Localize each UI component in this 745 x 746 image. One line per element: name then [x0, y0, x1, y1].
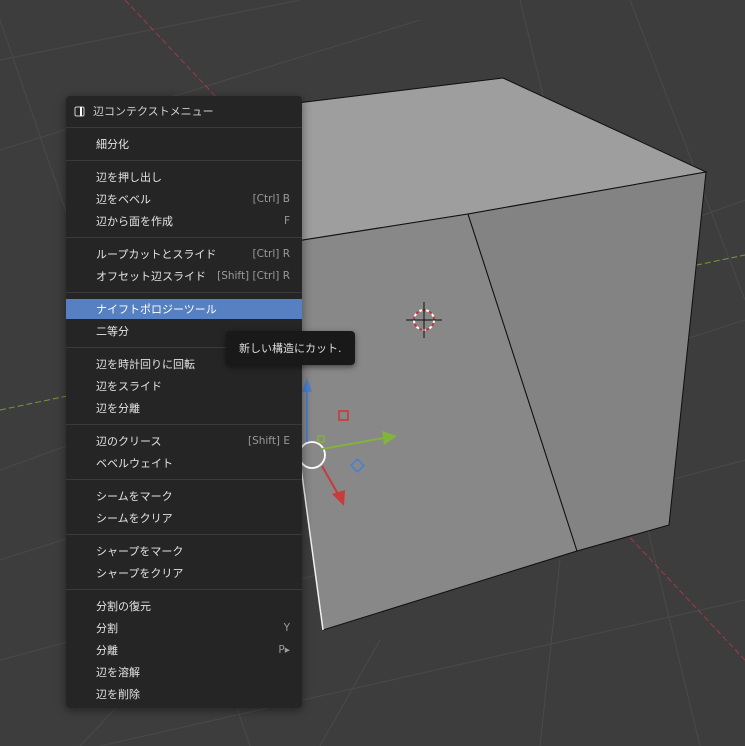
menu-item-label: シームをクリア: [96, 512, 173, 525]
menu-item-label: オフセット辺スライド: [96, 270, 206, 283]
menu-item-label: 辺を削除: [96, 688, 140, 701]
menu-item-loop-cut-and-slide[interactable]: ループカットとスライド [Ctrl] R: [66, 244, 302, 264]
menu-item-label: 辺をベベル: [96, 193, 151, 206]
menu-item-bevel-weight[interactable]: ベベルウェイト: [66, 453, 302, 473]
menu-item-label: 細分化: [96, 138, 129, 151]
menu-separator: [66, 589, 302, 590]
menu-item-label: 辺から面を作成: [96, 215, 173, 228]
menu-item-shortcut: F: [283, 215, 290, 227]
menu-item-edge-split[interactable]: 辺を分離: [66, 398, 302, 418]
menu-item-mark-seam[interactable]: シームをマーク: [66, 486, 302, 506]
menu-item-label: ベベルウェイト: [96, 457, 173, 470]
menu-item-offset-edge-slide[interactable]: オフセット辺スライド [Shift] [Ctrl] R: [66, 266, 302, 286]
menu-item-label: シャープをクリア: [96, 567, 184, 580]
menu-item-shortcut: P▸: [278, 644, 290, 656]
menu-title-text: 辺コンテクストメニュー: [93, 105, 214, 118]
menu-item-label: 辺を溶解: [96, 666, 140, 679]
menu-item-new-face-from-edges[interactable]: 辺から面を作成 F: [66, 211, 302, 231]
menu-item-label: シャープをマーク: [96, 545, 184, 558]
menu-separator: [66, 127, 302, 128]
menu-item-bevel-edges[interactable]: 辺をベベル [Ctrl] B: [66, 189, 302, 209]
menu-item-shortcut: [Ctrl] R: [252, 248, 290, 260]
tooltip: 新しい構造にカット.: [226, 331, 355, 365]
menu-item-shortcut: [Ctrl] B: [252, 193, 290, 205]
menu-item-edge-slide[interactable]: 辺をスライド: [66, 376, 302, 396]
menu-item-label: ループカットとスライド: [96, 248, 217, 261]
menu-item-knife-topology-tool[interactable]: ナイフトポロジーツール: [66, 299, 302, 319]
menu-separator: [66, 424, 302, 425]
menu-separator: [66, 160, 302, 161]
edge-context-menu: 辺コンテクストメニュー 細分化 辺を押し出し 辺をベベル [Ctrl] B 辺か…: [66, 96, 302, 708]
menu-item-extrude-edges[interactable]: 辺を押し出し: [66, 167, 302, 187]
menu-item-un-subdivide[interactable]: 分割の復元: [66, 596, 302, 616]
menu-item-shortcut: [Shift] E: [247, 435, 290, 447]
menu-item-clear-sharp[interactable]: シャープをクリア: [66, 563, 302, 583]
menu-item-label: シームをマーク: [96, 490, 173, 503]
menu-item-label: 辺を分離: [96, 402, 140, 415]
menu-title: 辺コンテクストメニュー: [66, 100, 302, 122]
menu-item-clear-seam[interactable]: シームをクリア: [66, 508, 302, 528]
menu-item-dissolve-edges[interactable]: 辺を溶解: [66, 662, 302, 682]
menu-item-mark-sharp[interactable]: シャープをマーク: [66, 541, 302, 561]
menu-item-label: 辺のクリース: [96, 435, 162, 448]
menu-item-label: 辺をスライド: [96, 380, 162, 393]
menu-separator: [66, 534, 302, 535]
menu-item-shortcut: [Shift] [Ctrl] R: [217, 270, 290, 282]
menu-item-subdivide[interactable]: 細分化: [66, 134, 302, 154]
menu-item-label: 辺を押し出し: [96, 171, 162, 184]
menu-item-separate[interactable]: 分離 P▸: [66, 640, 302, 660]
menu-item-label: 辺を時計回りに回転: [96, 358, 195, 371]
menu-item-label: ナイフトポロジーツール: [96, 303, 217, 316]
menu-separator: [66, 479, 302, 480]
menu-item-label: 二等分: [96, 325, 129, 338]
menu-item-delete-edges[interactable]: 辺を削除: [66, 684, 302, 704]
menu-item-label: 分割: [96, 622, 118, 635]
edge-mode-icon: [74, 106, 85, 117]
menu-item-label: 分離: [96, 644, 118, 657]
tooltip-text: 新しい構造にカット.: [239, 342, 342, 355]
menu-item-label: 分割の復元: [96, 600, 151, 613]
menu-separator: [66, 292, 302, 293]
menu-separator: [66, 237, 302, 238]
menu-item-split[interactable]: 分割 Y: [66, 618, 302, 638]
menu-item-edge-crease[interactable]: 辺のクリース [Shift] E: [66, 431, 302, 451]
menu-item-shortcut: Y: [283, 622, 290, 634]
